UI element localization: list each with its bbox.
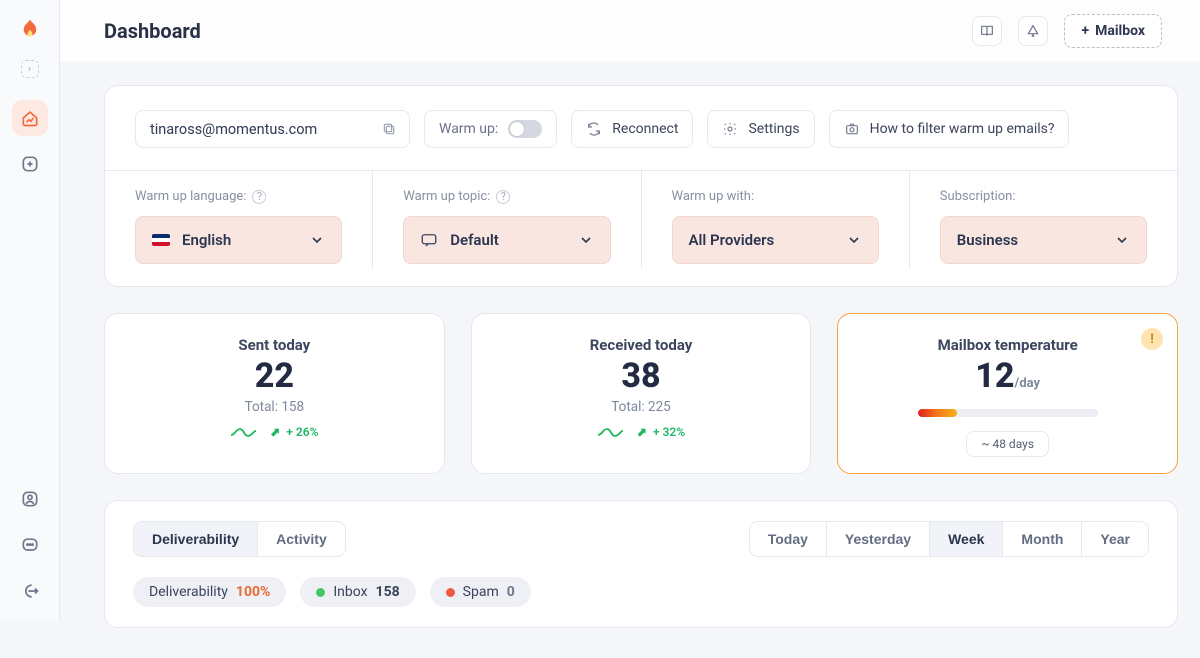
card-title: Sent today xyxy=(125,336,424,354)
range-week[interactable]: Week xyxy=(930,522,1002,556)
sparkline-icon xyxy=(597,426,631,438)
range-year[interactable]: Year xyxy=(1082,522,1148,556)
help-label: How to filter warm up emails? xyxy=(870,121,1055,137)
tab-deliverability[interactable]: Deliverability xyxy=(134,522,257,556)
page-title: Dashboard xyxy=(104,19,201,43)
recv-total: Total: 225 xyxy=(492,399,791,415)
card-received-today: Received today 38 Total: 225 ⬈ + 32% xyxy=(471,313,812,474)
language-label: Warm up language:? xyxy=(135,189,342,204)
chevron-down-icon xyxy=(846,232,862,248)
config-panel: tinaross@momentus.com Warm up: Reconnect… xyxy=(104,85,1178,287)
subscription-value: Business xyxy=(957,231,1102,249)
pill-value: 0 xyxy=(507,584,515,600)
temperature-gauge xyxy=(918,409,1098,417)
warmup-with-select[interactable]: All Providers xyxy=(672,216,879,264)
reconnect-icon xyxy=(586,121,602,137)
toggle-switch[interactable] xyxy=(508,120,542,138)
nav-add[interactable] xyxy=(12,146,48,182)
flag-uk-icon xyxy=(152,234,170,246)
reconnect-label: Reconnect xyxy=(612,121,678,137)
tab-activity[interactable]: Activity xyxy=(258,522,345,556)
mailbox-button-label: Mailbox xyxy=(1095,23,1145,39)
pill-label: Deliverability xyxy=(149,584,228,600)
range-yesterday[interactable]: Yesterday xyxy=(827,522,929,556)
card-sent-today: Sent today 22 Total: 158 ⬈ + 26% xyxy=(104,313,445,474)
notifications-button[interactable] xyxy=(1018,16,1048,46)
sidebar: › xyxy=(0,0,60,621)
email-field[interactable]: tinaross@momentus.com xyxy=(135,110,410,148)
plus-icon: + xyxy=(1081,23,1089,39)
gear-icon xyxy=(722,121,738,137)
stat-cards: Sent today 22 Total: 158 ⬈ + 26% Receive… xyxy=(104,313,1178,474)
settings-button[interactable]: Settings xyxy=(707,110,814,148)
pill-value: 100% xyxy=(236,584,270,600)
help-link[interactable]: How to filter warm up emails? xyxy=(829,110,1070,148)
warning-icon[interactable]: ! xyxy=(1141,328,1163,350)
camera-icon xyxy=(844,121,860,137)
topbar: Dashboard + Mailbox xyxy=(60,0,1200,62)
pill-spam: Spam 0 xyxy=(430,577,531,607)
chevron-down-icon xyxy=(309,232,325,248)
topic-label: Warm up topic:? xyxy=(403,189,610,204)
email-value: tinaross@momentus.com xyxy=(150,121,379,138)
temp-days: ~ 48 days xyxy=(966,431,1049,457)
pill-deliverability: Deliverability 100% xyxy=(133,577,286,607)
time-range: Today Yesterday Week Month Year xyxy=(749,521,1149,557)
nav-profile[interactable] xyxy=(12,481,48,517)
temp-value: 12/day xyxy=(858,358,1157,395)
subscription-select[interactable]: Business xyxy=(940,216,1147,264)
language-value: English xyxy=(182,231,297,249)
pill-value: 158 xyxy=(376,584,400,600)
nav-chat[interactable] xyxy=(12,527,48,563)
chevron-down-icon xyxy=(1114,232,1130,248)
card-mailbox-temperature: ! Mailbox temperature 12/day ~ 48 days xyxy=(837,313,1178,474)
sent-value: 22 xyxy=(125,358,424,395)
topic-value: Default xyxy=(450,231,565,249)
docs-button[interactable] xyxy=(972,16,1002,46)
main-tabs: Deliverability Activity xyxy=(133,521,346,557)
dot-icon xyxy=(316,588,325,597)
sidebar-collapse-icon[interactable]: › xyxy=(21,60,39,78)
range-month[interactable]: Month xyxy=(1003,522,1081,556)
sparkline-icon xyxy=(230,426,264,438)
deliverability-panel: Deliverability Activity Today Yesterday … xyxy=(104,500,1178,628)
with-value: All Providers xyxy=(689,231,834,249)
warmup-toggle[interactable]: Warm up: xyxy=(424,110,557,148)
range-today[interactable]: Today xyxy=(750,522,826,556)
pill-inbox: Inbox 158 xyxy=(300,577,415,607)
recv-trend: ⬈ + 32% xyxy=(597,425,685,439)
recv-value: 38 xyxy=(492,358,791,395)
with-label: Warm up with: xyxy=(672,189,879,204)
sent-trend: ⬈ + 26% xyxy=(230,425,318,439)
sent-total: Total: 158 xyxy=(125,399,424,415)
card-title: Received today xyxy=(492,336,791,354)
copy-icon[interactable] xyxy=(379,119,399,139)
reconnect-button[interactable]: Reconnect xyxy=(571,110,693,148)
chevron-down-icon xyxy=(578,232,594,248)
pill-label: Spam xyxy=(463,584,499,600)
subscription-label: Subscription: xyxy=(940,189,1147,204)
language-select[interactable]: English xyxy=(135,216,342,264)
help-icon[interactable]: ? xyxy=(496,190,510,204)
warmup-label: Warm up: xyxy=(439,121,498,137)
card-title: Mailbox temperature xyxy=(858,336,1157,354)
topic-select[interactable]: Default xyxy=(403,216,610,264)
pill-label: Inbox xyxy=(333,584,367,600)
dot-icon xyxy=(446,588,455,597)
nav-logout[interactable] xyxy=(12,573,48,609)
nav-dashboard[interactable] xyxy=(12,100,48,136)
add-mailbox-button[interactable]: + Mailbox xyxy=(1064,14,1162,48)
help-icon[interactable]: ? xyxy=(252,190,266,204)
chat-icon xyxy=(420,231,438,249)
settings-label: Settings xyxy=(748,121,799,137)
app-logo xyxy=(15,16,45,46)
